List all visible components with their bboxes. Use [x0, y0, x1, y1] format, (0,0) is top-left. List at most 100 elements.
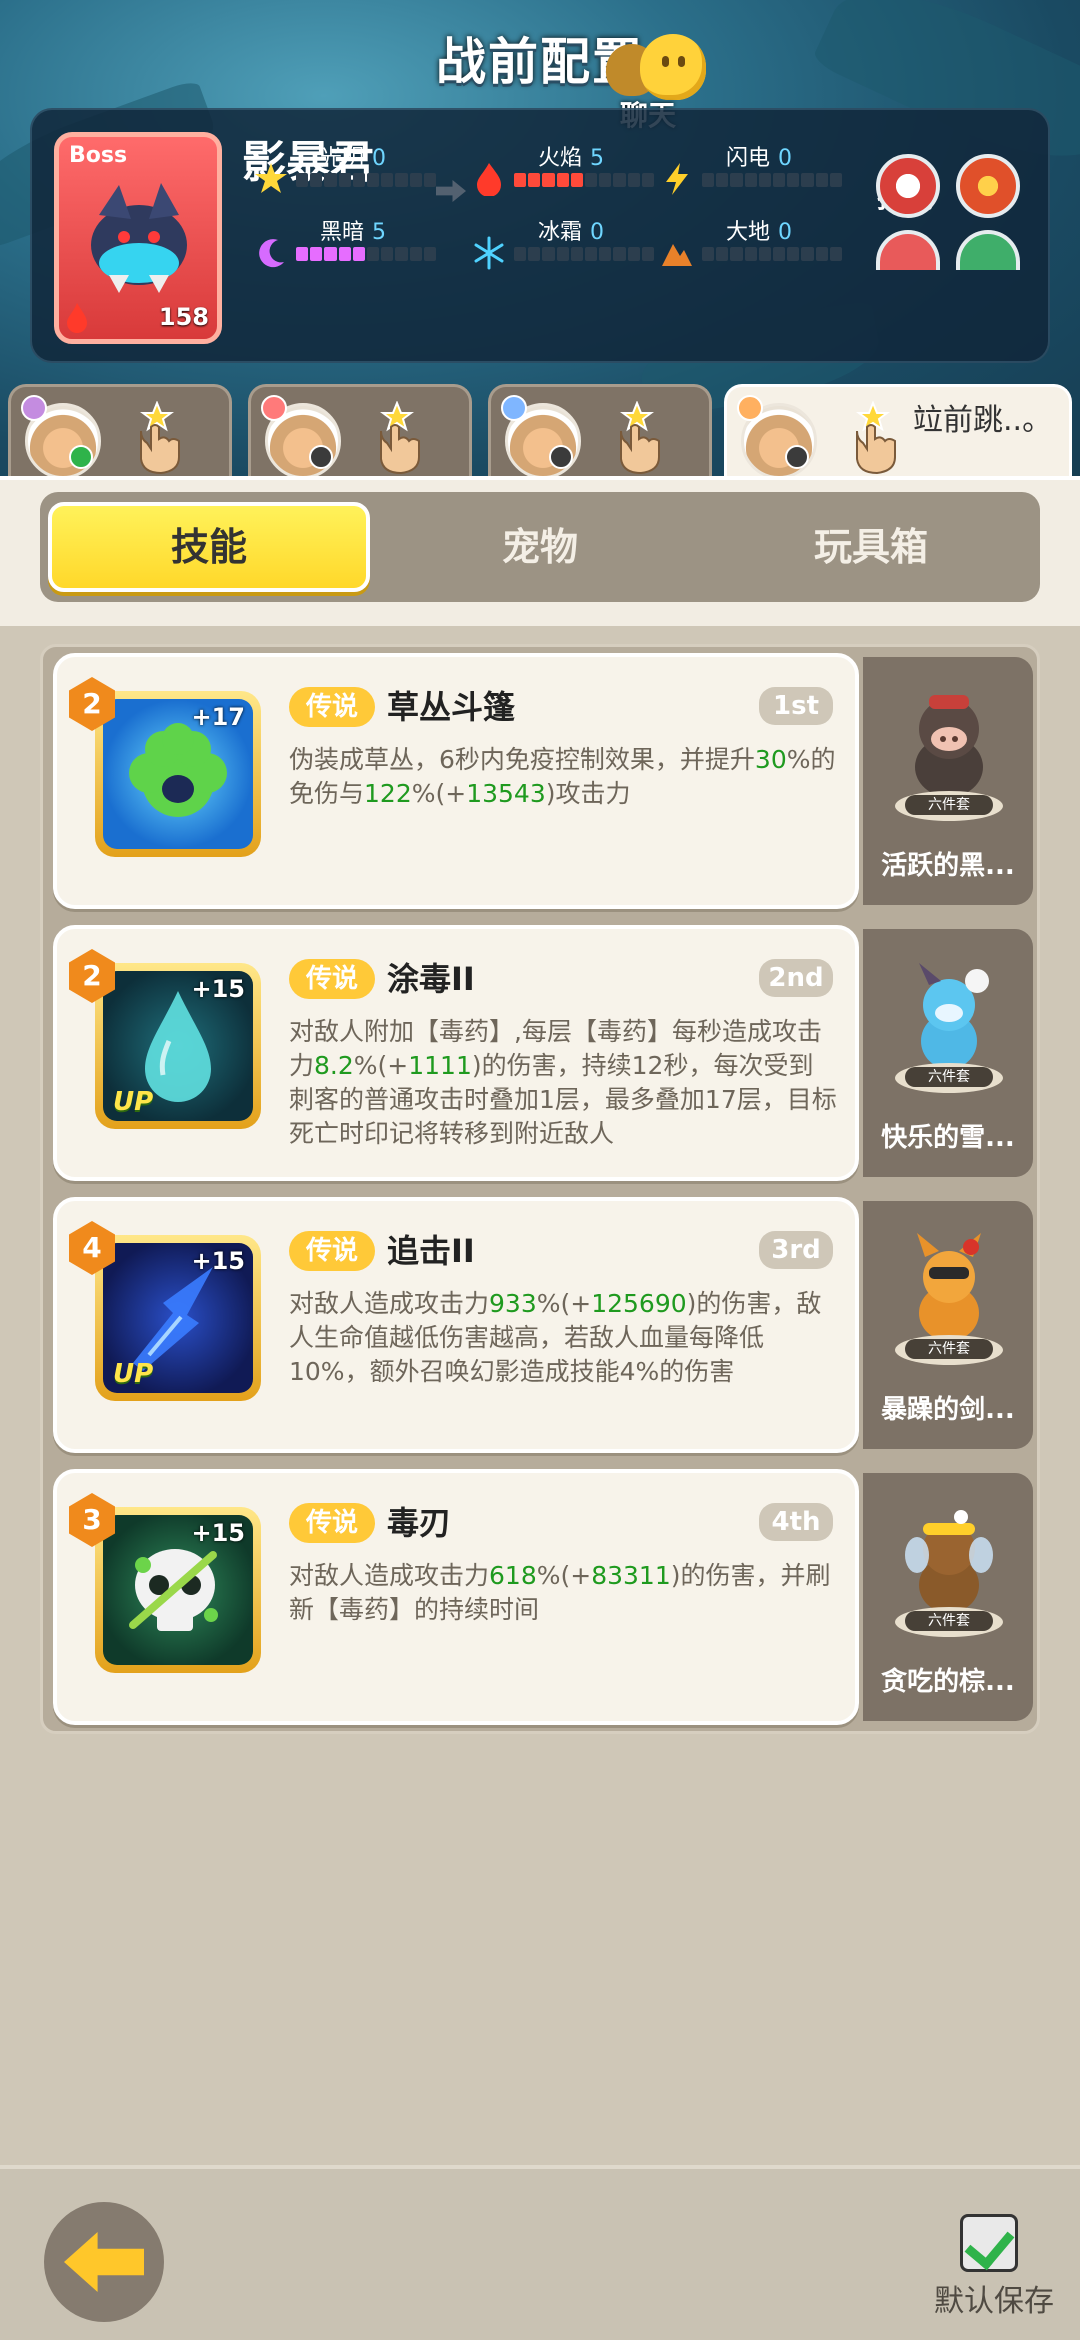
element-dot-icon [501, 395, 527, 421]
skill-card[interactable]: +17 2 传说 草丛斗篷 1st 伪装成草丛，6秒内免疫控制效果，并提升30%… [53, 653, 859, 909]
skill-description: 对敌人造成攻击力618%(+83311)的伤害，并刷新【毒药】的持续时间 [289, 1559, 837, 1627]
stat-dark-value: 5 [372, 220, 387, 245]
pet-slot[interactable]: 六件套 活跃的黑... [863, 657, 1033, 905]
back-button[interactable] [44, 2202, 164, 2322]
stat-lightning-bar [702, 173, 843, 187]
skill-name: 涂毒II [387, 960, 475, 998]
rank-badge: 2nd [759, 959, 833, 997]
desc-text: %(+ [536, 1561, 592, 1590]
rank-badge: 3rd [759, 1231, 833, 1269]
desc-value: 122 [364, 779, 412, 808]
desc-value: 13543 [466, 779, 546, 808]
stat-lightning-value: 0 [778, 146, 793, 171]
pet-slot[interactable]: 六件套 暴躁的剑... [863, 1201, 1033, 1449]
skill-name: 草丛斗篷 [387, 688, 516, 726]
desc-value: 618 [489, 1561, 537, 1590]
stat-fire-bar [514, 173, 655, 187]
tab-skills[interactable]: 技能 [48, 502, 370, 592]
boar-pet-icon [915, 695, 983, 797]
desc-text: 对敌人造成攻击力 [289, 1561, 490, 1590]
stat-lightning: 闪电 0 [660, 140, 900, 200]
hero-tab-1[interactable] [8, 384, 232, 480]
moon-icon [259, 239, 284, 268]
element-dot-icon [261, 395, 287, 421]
hero-tab-3[interactable] [488, 384, 712, 480]
skill-icon-frame: +17 [95, 691, 261, 857]
desc-text: %(+ [353, 1051, 409, 1080]
class-badge-icon [69, 445, 93, 469]
stat-fire-value: 5 [590, 146, 605, 171]
pet-set-label: 六件套 [905, 1067, 993, 1087]
snow-pet-icon [919, 963, 989, 1069]
tier-badge: 传说 [289, 687, 375, 727]
skill-up-tag: UP [113, 1359, 154, 1389]
skill-icon-frame: +15 UP [95, 963, 261, 1129]
skill-plus: +15 [191, 1519, 245, 1547]
lightning-icon [666, 163, 688, 195]
skill-icon-frame: +15 [95, 1507, 261, 1673]
boss-level: 158 [158, 303, 209, 331]
boss-skill-orb-4[interactable] [956, 230, 1020, 270]
desc-value: 83311 [591, 1561, 671, 1590]
page-title: 战前配置 [436, 33, 644, 91]
pet-name: 快乐的雪... [881, 1123, 1015, 1153]
skill-icon-frame: +15 UP [95, 1235, 261, 1401]
tier-badge: 传说 [289, 959, 375, 999]
skill-name: 追击II [387, 1232, 475, 1270]
stat-earth-bar [702, 247, 843, 261]
skill-card[interactable]: +15 UP 4 传说 追击II 3rd 对敌人造成攻击力933%(+12569… [53, 1197, 859, 1453]
pet-set-label: 六件套 [905, 1611, 993, 1631]
skill-description: 对敌人附加【毒药】,每层【毒药】每秒造成攻击力8.2%(+1111)的伤害，持续… [289, 1015, 837, 1151]
bee-pet-icon [905, 1510, 993, 1613]
stat-light-bar [296, 173, 437, 187]
mountain-icon [662, 244, 692, 266]
pet-name: 活跃的黑... [881, 851, 1015, 881]
skill-card[interactable]: +15 3 传说 毒刃 4th 对敌人造成攻击力618%(+83311)的伤害，… [53, 1469, 859, 1725]
pet-name: 贪吃的棕... [881, 1667, 1015, 1697]
back-arrow-icon [64, 2232, 144, 2292]
pet-slot[interactable]: 六件套 快乐的雪... [863, 929, 1033, 1177]
stat-earth-label: 大地 [726, 220, 771, 245]
skill-up-tag: UP [113, 1087, 154, 1117]
tap-hand-icon [140, 401, 180, 475]
desc-value: 933 [489, 1289, 537, 1318]
boss-skill-orb-2[interactable] [956, 154, 1020, 218]
skill-card[interactable]: +15 UP 2 传说 涂毒II 2nd 对敌人附加【毒药】,每层【毒药】每秒造… [53, 925, 859, 1181]
skill-plus: +17 [191, 703, 245, 731]
desc-value: 125690 [591, 1289, 687, 1318]
boss-card[interactable]: Boss 158 [54, 132, 222, 344]
stat-earth-value: 0 [778, 220, 793, 245]
pet-name: 暴躁的剑... [881, 1395, 1015, 1425]
stat-frost-bar [514, 247, 655, 261]
pet-slot[interactable]: 六件套 贪吃的棕... [863, 1473, 1033, 1721]
flame-icon [477, 163, 501, 196]
element-dot-icon [737, 395, 763, 421]
default-save-checkbox[interactable] [960, 2214, 1018, 2272]
default-save-label: 默认保存 [934, 2284, 1054, 2319]
tap-hand-icon [620, 401, 660, 475]
desc-value: 8.2 [314, 1051, 354, 1080]
desc-text: %(+ [411, 779, 467, 808]
stat-frost-label: 冰霜 [538, 220, 583, 245]
boss-info-panel: Boss 158 影暴君 光明 0 火焰 5 闪电 0 黑暗 5 冰霜 0 大地… [30, 108, 1050, 363]
stat-dark-label: 黑暗 [320, 220, 365, 245]
tab-toybox[interactable]: 玩具箱 [710, 502, 1032, 592]
boss-tag: Boss [69, 143, 128, 168]
tab-pets[interactable]: 宠物 [379, 502, 701, 592]
stat-dark-bar [296, 247, 437, 261]
skill-description: 对敌人造成攻击力933%(+125690)的伤害，敌人生命值越低伤害越高，若敌人… [289, 1287, 837, 1389]
skill-plus: +15 [191, 1247, 245, 1275]
hero-tab-4-label: 竝前跳..。 [913, 403, 1053, 438]
sun-icon [255, 163, 287, 193]
snowflake-icon [474, 236, 504, 270]
stat-earth: 大地 0 [660, 214, 900, 274]
boss-skill-orb-1[interactable] [876, 154, 940, 218]
hero-tab-2[interactable] [248, 384, 472, 480]
sword-pet-icon [917, 1233, 981, 1341]
tier-badge: 传说 [289, 1503, 375, 1543]
skill-plus: +15 [191, 975, 245, 1003]
tap-hand-icon [856, 401, 896, 475]
desc-value: 30 [754, 745, 787, 774]
skill-list: +17 2 传说 草丛斗篷 1st 伪装成草丛，6秒内免疫控制效果，并提升30%… [40, 644, 1040, 1734]
skill-description: 伪装成草丛，6秒内免疫控制效果，并提升30%的免伤与122%(+13543)攻击… [289, 743, 837, 811]
